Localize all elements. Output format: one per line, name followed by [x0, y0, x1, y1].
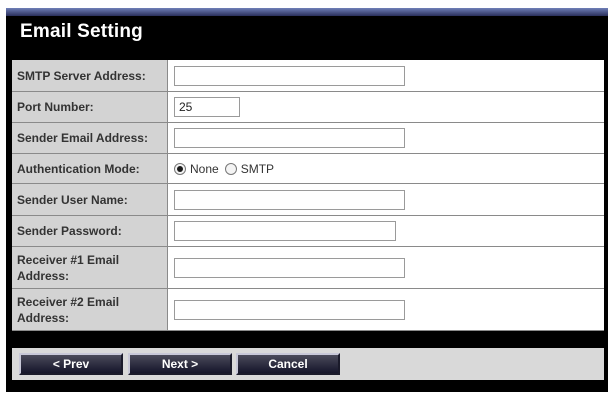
auth-none-radio[interactable]	[174, 162, 186, 175]
sender-user-cell	[168, 184, 604, 215]
receiver2-label: Receiver #2 Email Address:	[12, 289, 168, 330]
auth-none-label: None	[190, 161, 219, 176]
receiver2-row: Receiver #2 Email Address:	[12, 289, 604, 331]
sender-email-label: Sender Email Address:	[12, 123, 168, 153]
sender-password-cell	[168, 216, 604, 246]
sender-email-row: Sender Email Address:	[12, 123, 604, 154]
cancel-button[interactable]: Cancel	[236, 353, 340, 375]
sender-password-label: Sender Password:	[12, 216, 168, 246]
auth-mode-radio-group: None SMTP	[174, 162, 280, 176]
window-top-bar	[6, 8, 608, 16]
port-input[interactable]	[174, 97, 240, 117]
receiver1-label: Receiver #1 Email Address:	[12, 247, 168, 288]
smtp-server-row: SMTP Server Address:	[12, 60, 604, 92]
sender-user-row: Sender User Name:	[12, 184, 604, 216]
auth-mode-label: Authentication Mode:	[12, 154, 168, 183]
auth-smtp-radio[interactable]	[224, 162, 237, 175]
sender-user-input[interactable]	[174, 189, 405, 210]
sender-password-input[interactable]	[174, 221, 396, 241]
receiver1-email-input[interactable]	[174, 257, 405, 278]
receiver2-email-input[interactable]	[174, 299, 405, 320]
sender-password-row: Sender Password:	[12, 216, 604, 247]
prev-button[interactable]: < Prev	[19, 353, 123, 375]
email-settings-form: SMTP Server Address: Port Number: Sender…	[12, 60, 604, 331]
smtp-server-input[interactable]	[174, 65, 405, 86]
receiver2-cell	[168, 289, 604, 330]
port-row: Port Number:	[12, 92, 604, 123]
button-bar: < Prev Next > Cancel	[12, 348, 604, 380]
auth-smtp-label: SMTP	[240, 161, 275, 176]
receiver1-row: Receiver #1 Email Address:	[12, 247, 604, 289]
port-cell	[168, 92, 604, 122]
sender-email-cell	[168, 123, 604, 153]
email-setting-panel: Email Setting SMTP Server Address: Port …	[6, 8, 608, 392]
auth-mode-row: Authentication Mode: None SMTP	[12, 154, 604, 184]
smtp-server-label: SMTP Server Address:	[12, 60, 168, 91]
smtp-server-cell	[168, 60, 604, 91]
page-title: Email Setting	[20, 21, 143, 42]
sender-user-label: Sender User Name:	[12, 184, 168, 215]
auth-mode-cell: None SMTP	[168, 154, 604, 183]
next-button[interactable]: Next >	[128, 353, 232, 375]
receiver1-cell	[168, 247, 604, 288]
port-label: Port Number:	[12, 92, 168, 122]
sender-email-input[interactable]	[174, 128, 405, 148]
